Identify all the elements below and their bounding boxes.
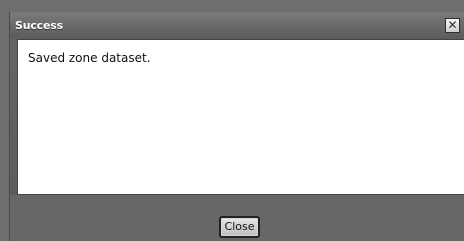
dialog-title: Success (15, 19, 63, 32)
dialog-message: Saved zone dataset. (28, 51, 151, 65)
close-button[interactable]: Close (219, 216, 260, 238)
success-dialog: Success ✕ Saved zone dataset. Close (9, 12, 464, 241)
close-icon[interactable]: ✕ (445, 18, 460, 33)
dialog-footer: Close (10, 195, 464, 241)
dialog-content: Saved zone dataset. (17, 39, 464, 195)
dialog-titlebar[interactable]: Success ✕ (10, 12, 464, 39)
